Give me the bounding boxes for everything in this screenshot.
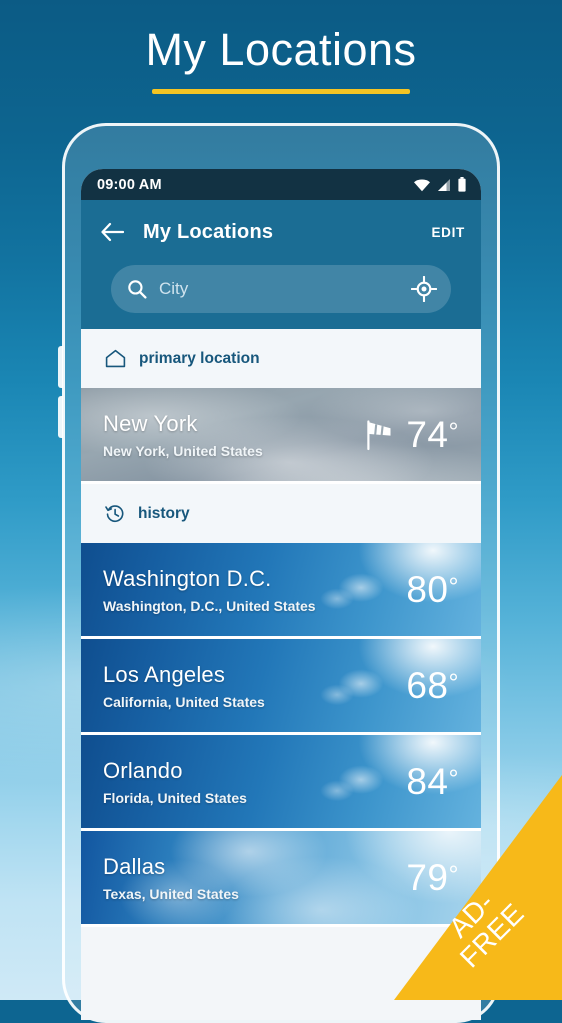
location-card-text: Orlando Florida, United States	[103, 758, 247, 806]
promo-title-underline	[152, 89, 410, 95]
promo-title: My Locations	[145, 24, 417, 75]
status-bar-clock: 09:00 AM	[97, 176, 162, 193]
location-region: New York, United States	[103, 442, 263, 459]
location-card-washington-dc[interactable]: Washington D.C. Washington, D.C., United…	[81, 543, 481, 639]
volume-up-button[interactable]	[58, 346, 63, 388]
primary-location-list: New York New York, United States 74°	[81, 388, 481, 484]
section-header-primary: primary location	[81, 329, 481, 388]
location-card-right: 74°	[364, 414, 459, 456]
search-icon	[127, 279, 147, 299]
ad-free-ribbon	[394, 775, 562, 1000]
location-card-text: Dallas Texas, United States	[103, 854, 239, 902]
location-region: Texas, United States	[103, 885, 239, 902]
wifi-icon	[414, 179, 430, 191]
location-temperature: 80°	[406, 568, 459, 610]
section-header-history: history	[81, 484, 481, 543]
location-name: Los Angeles	[103, 661, 226, 687]
location-name: Orlando	[103, 757, 183, 783]
app-bar-title: My Locations	[143, 220, 274, 243]
location-card-new-york[interactable]: New York New York, United States 74°	[81, 388, 481, 484]
promo-header: My Locations	[0, 24, 562, 95]
back-arrow-icon[interactable]	[97, 217, 127, 247]
location-card-los-angeles[interactable]: Los Angeles California, United States 68…	[81, 639, 481, 735]
location-name: Washington D.C.	[103, 565, 272, 591]
location-region: Washington, D.C., United States	[103, 597, 316, 614]
search-pill[interactable]	[111, 265, 451, 313]
volume-down-button[interactable]	[58, 396, 63, 438]
location-name: Dallas	[103, 853, 166, 879]
app-bar: My Locations EDIT	[81, 200, 481, 329]
history-clock-icon	[105, 504, 125, 524]
cellular-signal-icon	[438, 178, 450, 191]
location-card-text: New York New York, United States	[103, 411, 263, 459]
location-name: New York	[103, 410, 198, 436]
status-bar: 09:00 AM	[81, 169, 481, 200]
status-bar-icons	[413, 177, 467, 192]
location-card-text: Los Angeles California, United States	[103, 662, 265, 710]
app-bar-row: My Locations EDIT	[97, 211, 465, 253]
section-label-history: history	[138, 504, 190, 522]
location-region: Florida, United States	[103, 789, 247, 806]
location-card-right: 68°	[406, 665, 459, 707]
location-temperature: 68°	[406, 664, 459, 706]
gps-crosshair-icon[interactable]	[411, 276, 437, 302]
home-icon	[105, 349, 126, 368]
location-region: California, United States	[103, 693, 265, 710]
section-label-primary: primary location	[139, 349, 260, 367]
search-input[interactable]	[159, 279, 411, 299]
windsock-icon	[364, 418, 396, 452]
battery-icon	[458, 177, 466, 192]
location-temperature: 74°	[406, 413, 459, 455]
location-card-right: 80°	[406, 569, 459, 611]
location-card-text: Washington D.C. Washington, D.C., United…	[103, 566, 316, 614]
search-bar-container	[97, 253, 465, 329]
edit-button[interactable]: EDIT	[431, 225, 465, 240]
